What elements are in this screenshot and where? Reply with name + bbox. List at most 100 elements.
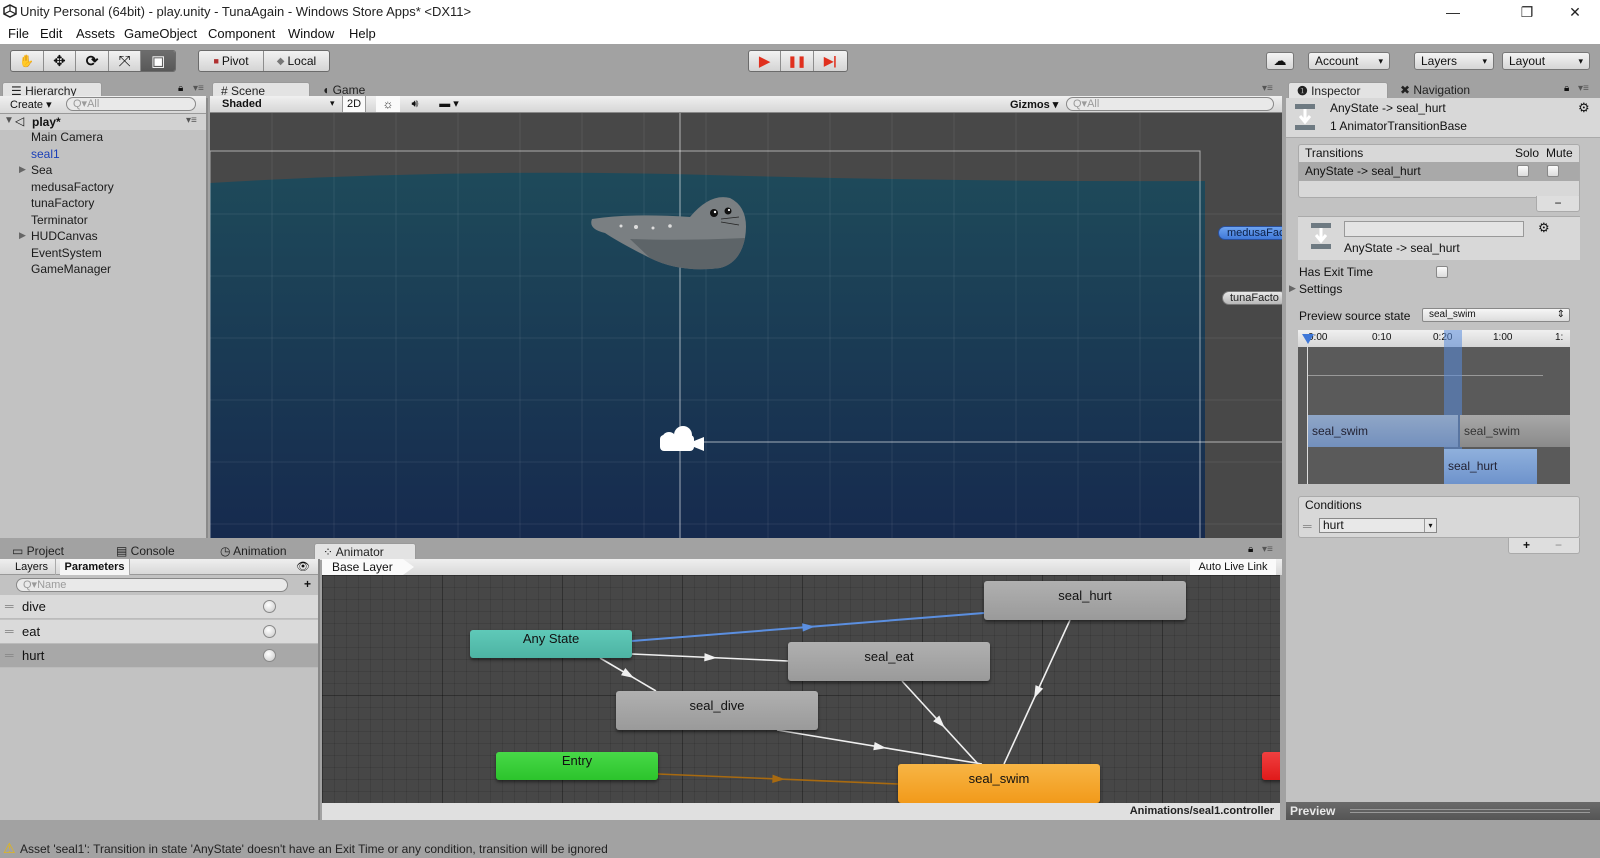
menu-file[interactable]: File bbox=[8, 26, 29, 41]
maximize-button[interactable]: ❐ bbox=[1504, 2, 1550, 22]
hierarchy-item[interactable]: seal1 bbox=[31, 147, 60, 161]
playhead-marker-icon[interactable] bbox=[1302, 334, 1314, 344]
state-node-eat[interactable]: seal_eat bbox=[788, 642, 990, 681]
step-button[interactable]: ▶| bbox=[814, 51, 847, 71]
subtab-parameters[interactable]: Parameters bbox=[60, 559, 130, 575]
hand-tool-button[interactable]: ✋ bbox=[11, 51, 44, 71]
transition-name-input[interactable] bbox=[1344, 221, 1524, 237]
tab-animation[interactable]: ◷ Animation bbox=[212, 543, 312, 560]
condition-parameter-dropdown[interactable]: hurt ▾ bbox=[1319, 518, 1437, 533]
state-node-any[interactable]: Any State bbox=[470, 630, 632, 658]
menu-gameobject[interactable]: GameObject bbox=[124, 26, 197, 41]
state-node-swim[interactable]: seal_swim bbox=[898, 764, 1100, 803]
lock-icon[interactable]: 🔒︎ bbox=[1248, 544, 1253, 555]
menu-assets[interactable]: Assets bbox=[76, 26, 115, 41]
state-node-hurt[interactable]: seal_hurt bbox=[984, 581, 1186, 620]
scene-viewport[interactable]: medusaFac tunaFacto bbox=[210, 113, 1282, 538]
status-bar[interactable]: ⚠ Asset 'seal1': Transition in state 'An… bbox=[0, 839, 1600, 858]
account-dropdown[interactable]: Account bbox=[1308, 52, 1390, 70]
preview-drag-handle[interactable] bbox=[1350, 809, 1590, 813]
solo-checkbox[interactable] bbox=[1517, 165, 1529, 177]
hierarchy-item[interactable]: tunaFactory bbox=[31, 196, 94, 210]
tab-navigation[interactable]: ✖ Navigation bbox=[1392, 82, 1492, 99]
preview-bar[interactable]: Preview bbox=[1286, 802, 1600, 820]
auto-live-link-toggle[interactable]: Auto Live Link bbox=[1190, 559, 1276, 575]
tab-inspector[interactable]: ❶ Inspector bbox=[1288, 82, 1388, 99]
shading-mode-dropdown[interactable]: Shaded bbox=[222, 98, 262, 110]
trigger-radio[interactable] bbox=[263, 649, 276, 662]
preview-source-dropdown[interactable]: seal_swim ⇕ bbox=[1422, 308, 1570, 322]
hierarchy-item[interactable]: GameManager bbox=[31, 262, 111, 276]
lock-icon[interactable]: 🔒︎ bbox=[178, 83, 183, 94]
state-node-entry[interactable]: Entry bbox=[496, 752, 658, 780]
parameter-row[interactable]: ═ dive bbox=[0, 595, 318, 619]
minimize-button[interactable]: — bbox=[1430, 2, 1476, 22]
panel-menu-icon[interactable]: ▾≡ bbox=[1262, 544, 1273, 555]
menu-component[interactable]: Component bbox=[208, 26, 275, 41]
hierarchy-item[interactable]: HUDCanvas bbox=[31, 229, 98, 243]
pause-button[interactable]: ❚❚ bbox=[781, 51, 814, 71]
tuna-factory-label[interactable]: tunaFacto bbox=[1222, 291, 1282, 305]
trigger-radio[interactable] bbox=[263, 600, 276, 613]
tab-console[interactable]: ▤ Console bbox=[108, 543, 208, 560]
tab-project[interactable]: ▭ Project bbox=[4, 543, 104, 560]
lighting-toggle[interactable]: ☼ bbox=[376, 96, 400, 112]
gear-icon[interactable]: ⚙ bbox=[1578, 100, 1590, 116]
trigger-radio[interactable] bbox=[263, 624, 276, 638]
rotate-tool-button[interactable]: ⟳ bbox=[76, 51, 109, 71]
create-dropdown[interactable]: Create ▾ bbox=[10, 98, 52, 111]
gizmos-dropdown[interactable]: Gizmos ▾ bbox=[1010, 98, 1058, 111]
hierarchy-item[interactable]: Sea bbox=[31, 163, 52, 177]
tab-animator[interactable]: ⁘ Animator bbox=[314, 543, 416, 560]
expand-arrow-icon[interactable]: ▶ bbox=[1289, 283, 1296, 294]
menu-window[interactable]: Window bbox=[288, 26, 334, 41]
breadcrumb-base-layer[interactable]: Base Layer bbox=[322, 559, 414, 575]
drag-handle-icon[interactable]: ═ bbox=[5, 624, 14, 638]
gear-icon[interactable]: ⚙ bbox=[1538, 220, 1550, 236]
menu-help[interactable]: Help bbox=[349, 26, 376, 41]
pivot-button[interactable]: ■ Pivot bbox=[199, 51, 264, 71]
close-button[interactable]: ✕ bbox=[1552, 2, 1598, 22]
drag-handle-icon[interactable]: ═ bbox=[1303, 519, 1312, 533]
drag-handle-icon[interactable]: ═ bbox=[5, 599, 14, 613]
parameter-row[interactable]: ═ eat bbox=[0, 619, 318, 644]
state-node-exit[interactable] bbox=[1262, 752, 1280, 780]
local-button[interactable]: ◆ Local bbox=[264, 51, 329, 71]
scene-root-row[interactable]: ▼ ◁ play* ▾≡ bbox=[0, 114, 206, 130]
eye-icon[interactable]: 👁︎ bbox=[296, 560, 310, 573]
has-exit-time-checkbox[interactable] bbox=[1436, 266, 1448, 278]
layout-dropdown[interactable]: Layout bbox=[1502, 52, 1590, 70]
panel-menu-icon[interactable]: ▾≡ bbox=[1578, 83, 1589, 94]
panel-menu-icon[interactable]: ▾≡ bbox=[193, 83, 204, 94]
hierarchy-item[interactable]: Main Camera bbox=[31, 130, 103, 144]
scale-tool-button[interactable]: ⤧ bbox=[109, 51, 142, 71]
hierarchy-item[interactable]: medusaFactory bbox=[31, 180, 114, 194]
subtab-layers[interactable]: Layers bbox=[8, 559, 56, 575]
rect-tool-button[interactable]: ▣ bbox=[141, 51, 175, 71]
state-node-dive[interactable]: seal_dive bbox=[616, 691, 818, 730]
settings-foldout[interactable]: Settings bbox=[1299, 282, 1342, 296]
parameter-row[interactable]: ═ hurt bbox=[0, 644, 318, 668]
layers-dropdown[interactable]: Layers bbox=[1414, 52, 1494, 70]
2d-toggle[interactable]: 2D bbox=[342, 96, 366, 112]
scene-menu-icon[interactable]: ▾≡ bbox=[186, 115, 197, 126]
remove-condition-button[interactable]: − bbox=[1555, 538, 1562, 552]
hierarchy-item[interactable]: Terminator bbox=[31, 213, 88, 227]
lock-icon[interactable]: 🔒︎ bbox=[1564, 83, 1569, 94]
transition-timeline[interactable]: 0:00 0:10 0:20 1:00 1: seal_swim seal_sw… bbox=[1298, 330, 1570, 484]
transition-row[interactable]: AnyState -> seal_hurt bbox=[1299, 162, 1579, 181]
medusa-factory-label[interactable]: medusaFac bbox=[1218, 226, 1282, 240]
hierarchy-search-input[interactable]: Q▾All bbox=[66, 97, 196, 111]
add-parameter-button[interactable]: + bbox=[304, 577, 311, 591]
play-button[interactable]: ▶ bbox=[749, 51, 782, 71]
parameter-search-input[interactable]: Q▾Name bbox=[16, 578, 288, 592]
drag-handle-icon[interactable]: ═ bbox=[5, 648, 14, 662]
add-condition-button[interactable]: + bbox=[1523, 538, 1530, 552]
audio-toggle[interactable]: 🔊︎ bbox=[403, 96, 427, 112]
move-tool-button[interactable]: ✥ bbox=[44, 51, 77, 71]
remove-transition-button[interactable]: − bbox=[1536, 196, 1580, 212]
cloud-button[interactable]: ☁ bbox=[1266, 52, 1294, 70]
panel-menu-icon[interactable]: ▾≡ bbox=[1262, 83, 1273, 94]
expand-arrow-icon[interactable]: ▼ bbox=[4, 115, 14, 126]
mute-checkbox[interactable] bbox=[1547, 165, 1559, 177]
